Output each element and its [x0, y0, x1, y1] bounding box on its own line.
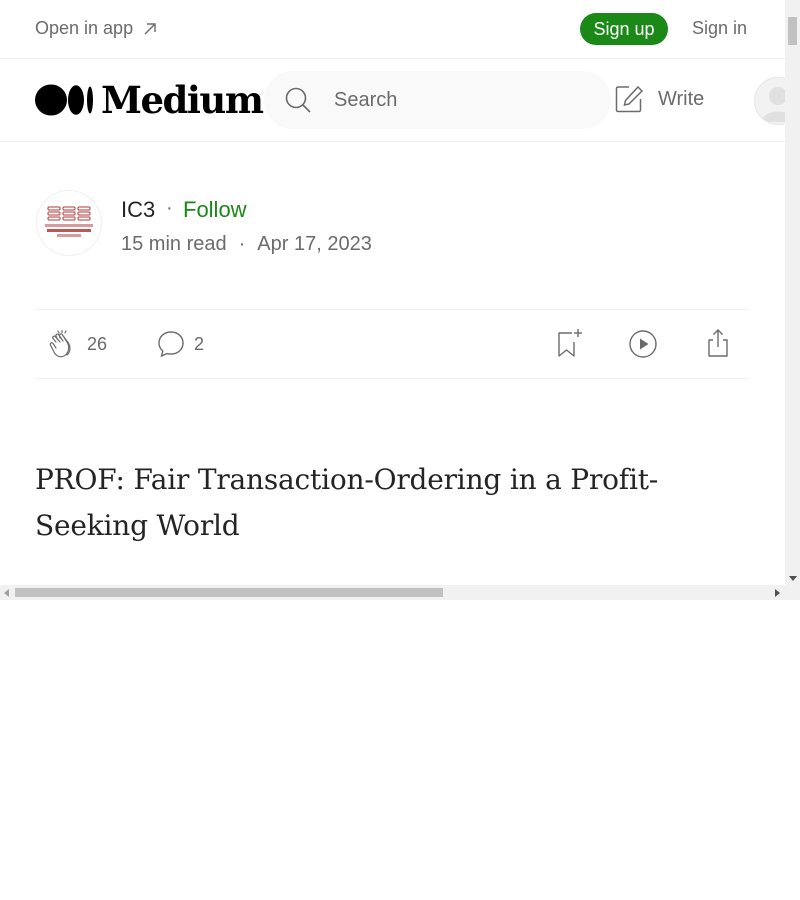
arrow-up-right-icon	[144, 22, 156, 34]
site-header: Medium Write	[0, 59, 785, 142]
author-avatar[interactable]	[36, 190, 102, 256]
top-bar: Open in app Sign up Sign in	[0, 0, 785, 59]
bookmark-add-icon	[558, 329, 582, 357]
sign-up-button[interactable]: Sign up	[580, 13, 668, 45]
medium-dots-icon	[35, 84, 93, 116]
save-button[interactable]	[554, 328, 584, 358]
comment-icon	[158, 331, 184, 358]
write-label: Write	[658, 87, 705, 110]
share-icon	[708, 329, 728, 357]
page-viewport: Open in app Sign up Sign in Medium Searc…	[0, 0, 785, 585]
clap-button[interactable]: 26	[47, 329, 107, 359]
separator-dot: ·	[166, 197, 173, 219]
open-in-app-label: Open in app	[35, 18, 134, 38]
article-title: PROF: Fair Transaction-Ordering in a Pro…	[35, 462, 659, 542]
publish-date: Apr 17, 2023	[257, 233, 372, 255]
follow-button[interactable]: Follow	[183, 197, 247, 223]
post-meta: 15 min read · Apr 17, 2023	[121, 233, 372, 256]
comment-count: 2	[194, 333, 205, 354]
search-input[interactable]	[332, 87, 586, 113]
open-in-app-link[interactable]: Open in app	[35, 18, 159, 39]
comment-button[interactable]: 2	[156, 329, 204, 359]
write-icon	[615, 85, 644, 113]
clap-icon	[49, 329, 71, 358]
medium-logo-mark	[35, 84, 95, 116]
search-icon	[285, 87, 311, 113]
vertical-scroll-thumb[interactable]	[788, 17, 797, 45]
user-avatar[interactable]	[754, 77, 785, 125]
scroll-right-arrow-icon[interactable]	[775, 589, 780, 597]
play-icon	[629, 330, 657, 358]
listen-button[interactable]	[628, 329, 658, 359]
horizontal-scrollbar[interactable]	[0, 585, 800, 600]
vertical-scrollbar[interactable]	[785, 0, 800, 585]
scroll-left-arrow-icon[interactable]	[4, 589, 9, 597]
scroll-down-arrow-icon[interactable]	[789, 576, 797, 581]
sign-in-link[interactable]: Sign in	[692, 18, 747, 39]
user-silhouette-icon	[761, 87, 785, 122]
medium-wordmark: Medium	[101, 78, 264, 122]
medium-logo[interactable]: Medium	[35, 78, 264, 122]
read-time: 15 min read	[121, 233, 227, 255]
post-action-bar: 26 2	[35, 309, 749, 379]
search-box[interactable]	[264, 71, 611, 129]
horizontal-scroll-thumb[interactable]	[15, 588, 443, 597]
write-button[interactable]: Write	[614, 84, 704, 114]
meta-separator: ·	[238, 233, 246, 255]
share-button[interactable]	[703, 328, 733, 358]
ic3-logo	[45, 206, 93, 237]
author-name[interactable]: IC3	[121, 197, 155, 223]
clap-count: 26	[87, 333, 108, 354]
